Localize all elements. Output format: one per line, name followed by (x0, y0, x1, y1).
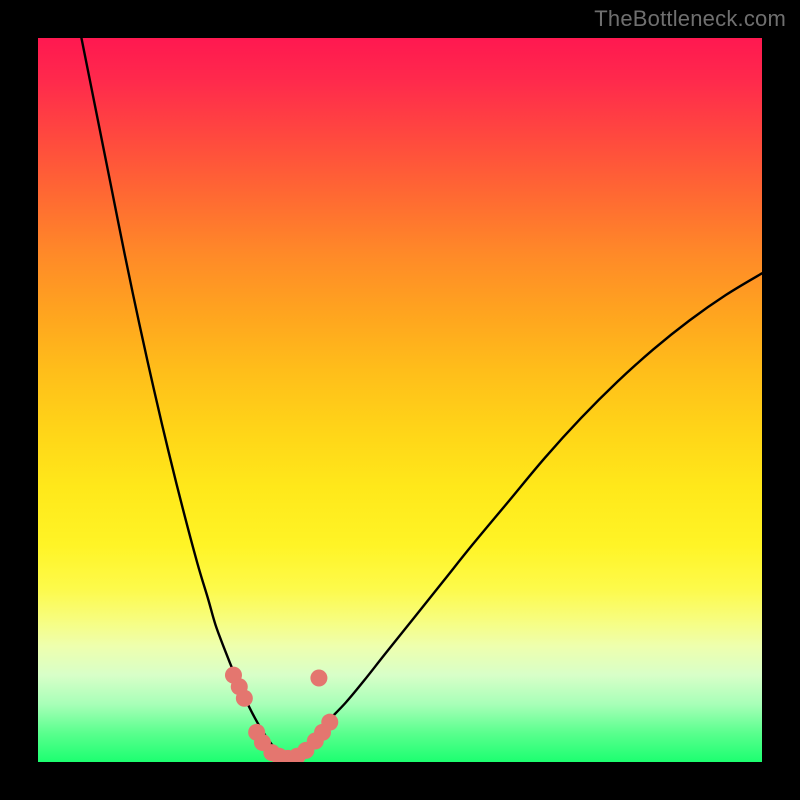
curve-right-curve (288, 273, 762, 759)
data-marker (310, 670, 327, 687)
watermark-text: TheBottleneck.com (594, 6, 786, 32)
chart-frame: TheBottleneck.com (0, 0, 800, 800)
plot-area (38, 38, 762, 762)
chart-svg (38, 38, 762, 762)
marker-group (225, 667, 338, 762)
data-marker (236, 690, 253, 707)
curve-group (81, 38, 762, 759)
data-marker (321, 714, 338, 731)
curve-left-curve (81, 38, 287, 759)
